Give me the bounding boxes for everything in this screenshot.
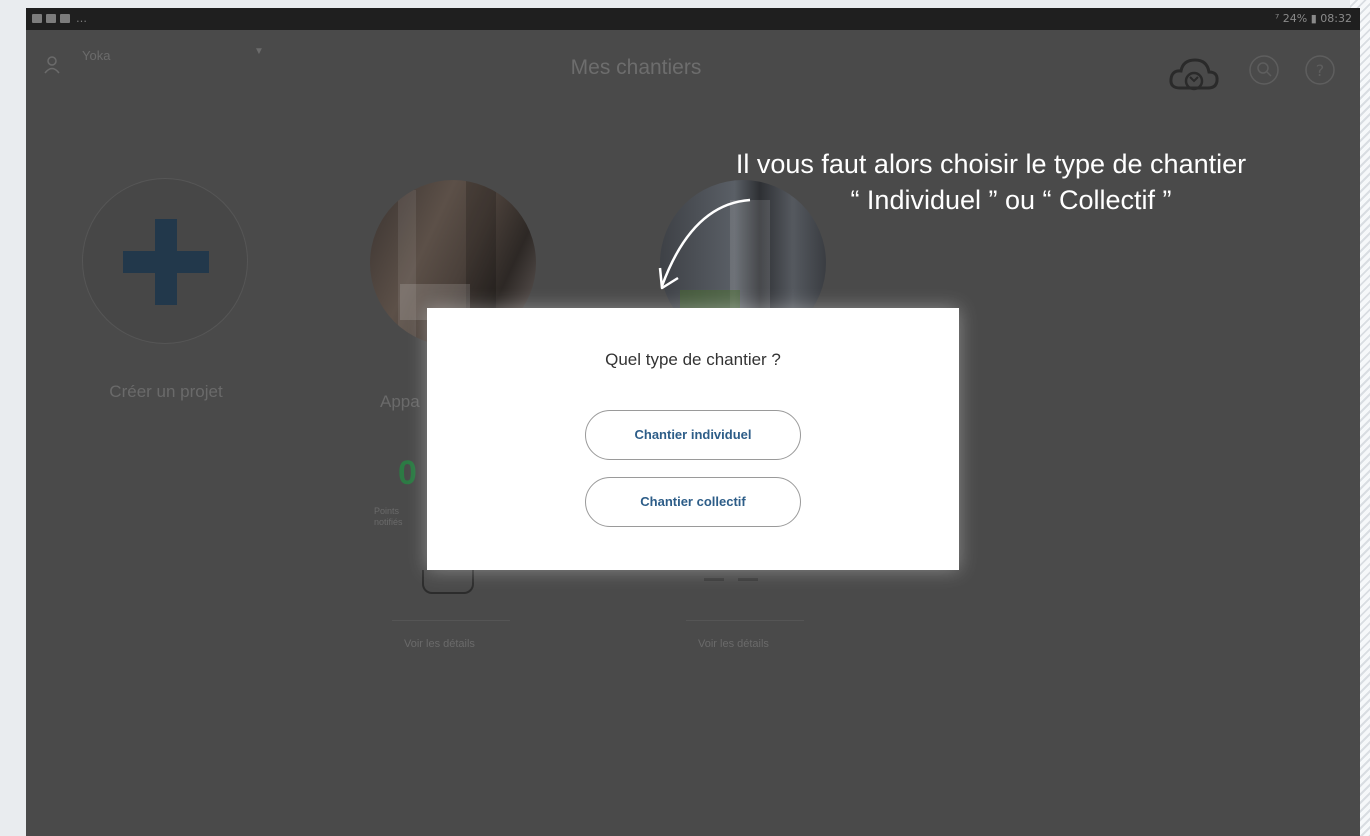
divider (392, 620, 510, 621)
project-name[interactable]: Appa (380, 392, 420, 412)
points-label-line-2: notifiés (374, 517, 403, 527)
app-icon (60, 14, 70, 23)
user-name[interactable]: Yoka (82, 48, 110, 63)
chevron-down-icon[interactable]: ▼ (254, 46, 264, 57)
more-notifications-icon: … (76, 12, 87, 25)
points-count: 0 (398, 454, 417, 492)
user-icon[interactable] (44, 56, 60, 74)
mail-icon (46, 14, 56, 23)
tablet-screen: … ⁷ 24% ▮ 08:32 Yoka ▼ Mes chantiers ? I… (26, 8, 1360, 836)
dialog-title: Quel type de chantier ? (605, 350, 781, 369)
view-details-link[interactable]: Voir les détails (698, 638, 769, 650)
create-project-label[interactable]: Créer un projet (66, 382, 266, 402)
status-notification-icons: … (32, 12, 87, 25)
points-count-label: Points notifiés (374, 506, 434, 528)
svg-text:?: ? (1316, 61, 1325, 80)
collective-project-button[interactable]: Chantier collectif (585, 477, 801, 527)
points-label-line-1: Points (374, 506, 400, 516)
notification-icon (32, 14, 42, 23)
project-type-dialog: Quel type de chantier ? Chantier individ… (427, 308, 959, 570)
plus-icon-bar (123, 251, 209, 273)
status-right: ⁷ 24% ▮ 08:32 (1274, 12, 1352, 25)
divider (686, 620, 804, 621)
annotation-line-1: Il vous faut alors choisir le type de ch… (735, 149, 1247, 179)
view-details-link[interactable]: Voir les détails (404, 638, 475, 650)
help-icon[interactable]: ? (1304, 54, 1336, 86)
curved-arrow-icon (658, 198, 751, 290)
individual-project-button[interactable]: Chantier individuel (585, 410, 801, 460)
toggle-icon[interactable] (422, 570, 474, 594)
create-project-button[interactable] (82, 178, 248, 344)
page-title: Mes chantiers (570, 56, 702, 79)
cloud-sync-icon[interactable] (1168, 52, 1220, 98)
search-icon[interactable] (1248, 54, 1280, 86)
status-bar: … ⁷ 24% ▮ 08:32 (26, 8, 1360, 30)
